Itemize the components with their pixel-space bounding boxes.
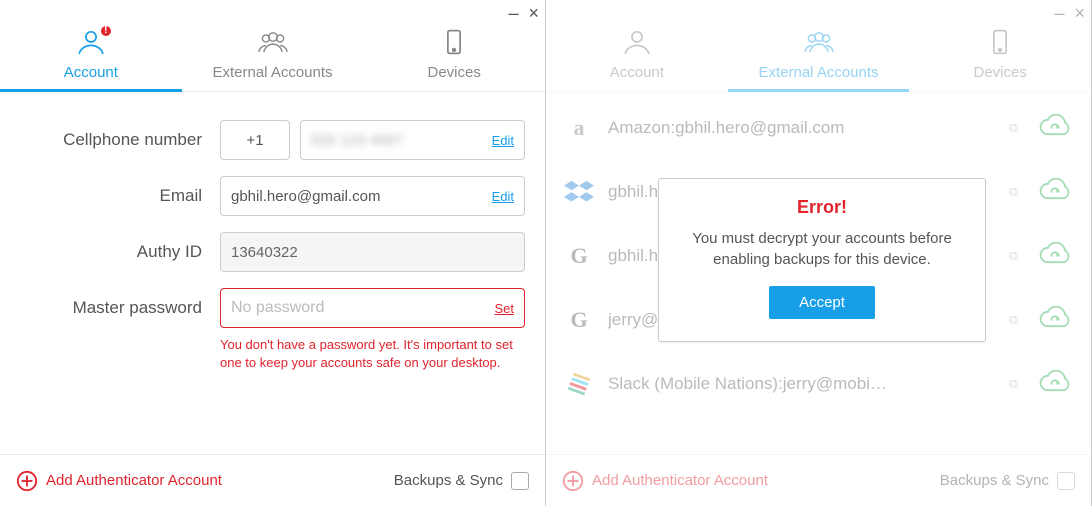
cell-number-field[interactable]: 555 123 4567 Edit	[300, 120, 525, 160]
backups-checkbox[interactable]	[511, 472, 529, 490]
window-controls: – ×	[508, 4, 539, 22]
master-password-field[interactable]: No password Set	[220, 288, 525, 328]
form-area: Cellphone number +1 555 123 4567 Edit Em…	[0, 92, 545, 454]
accept-button[interactable]: Accept	[769, 286, 875, 319]
cell-edit-link[interactable]: Edit	[492, 133, 514, 148]
tab-external[interactable]: External Accounts	[182, 0, 364, 91]
master-placeholder: No password	[231, 299, 324, 317]
modal-title: Error!	[679, 197, 965, 218]
plus-circle-icon	[16, 470, 38, 492]
add-authenticator-button[interactable]: Add Authenticator Account	[16, 470, 222, 492]
tab-external-label: External Accounts	[212, 64, 332, 81]
email-edit-link[interactable]: Edit	[492, 189, 514, 204]
email-label: Email	[12, 186, 220, 206]
email-value: gbhil.hero@gmail.com	[231, 188, 380, 205]
master-set-link[interactable]: Set	[494, 301, 514, 316]
tab-devices-label: Devices	[428, 64, 481, 81]
cell-cc-field[interactable]: +1	[220, 120, 290, 160]
minimize-icon[interactable]: –	[508, 4, 518, 22]
cell-label: Cellphone number	[12, 130, 220, 150]
modal-body: You must decrypt your accounts before en…	[679, 228, 965, 270]
authy-id-value: 13640322	[231, 244, 298, 261]
cell-number-value: 555 123 4567	[311, 132, 403, 149]
right-window: – × Account External Accounts Devices a	[546, 0, 1092, 506]
master-helper-text: You don't have a password yet. It's impo…	[220, 336, 525, 371]
master-label: Master password	[12, 298, 220, 318]
tab-account-label: Account	[64, 64, 118, 81]
people-icon	[256, 28, 290, 56]
backups-sync-toggle[interactable]: Backups & Sync	[394, 472, 529, 490]
authy-label: Authy ID	[12, 242, 220, 262]
left-window: – × Account External Accounts Devices	[0, 0, 546, 506]
bottom-bar: Add Authenticator Account Backups & Sync	[0, 454, 545, 506]
phone-icon	[437, 28, 471, 56]
alert-badge-icon	[99, 24, 113, 38]
tab-account[interactable]: Account	[0, 0, 182, 91]
email-field[interactable]: gbhil.hero@gmail.com Edit	[220, 176, 525, 216]
authy-id-field: 13640322	[220, 232, 525, 272]
error-modal: Error! You must decrypt your accounts be…	[658, 178, 986, 342]
close-icon[interactable]: ×	[528, 4, 539, 22]
tab-bar: Account External Accounts Devices	[0, 0, 545, 92]
